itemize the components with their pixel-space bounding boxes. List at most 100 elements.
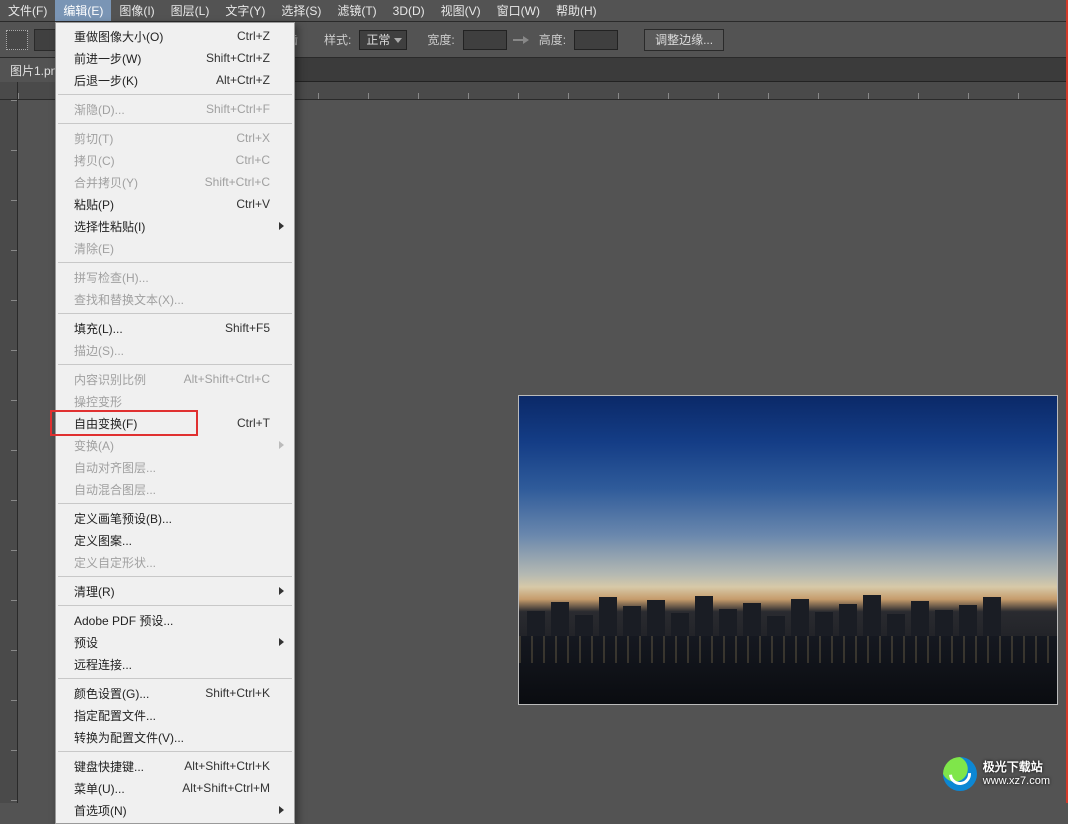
height-input[interactable]	[574, 30, 618, 50]
menu-item-label: 清除(E)	[74, 240, 270, 257]
menubar-item[interactable]: 图层(L)	[163, 0, 218, 21]
menu-item: 操控变形	[56, 390, 294, 412]
menu-item[interactable]: 键盘快捷键... Alt+Shift+Ctrl+K	[56, 755, 294, 777]
menu-item: 拷贝(C) Ctrl+C	[56, 149, 294, 171]
menu-separator	[58, 678, 292, 679]
tool-preset-swatch[interactable]	[34, 29, 56, 51]
menu-item[interactable]: 选择性粘贴(I)	[56, 215, 294, 237]
menubar-item[interactable]: 滤镜(T)	[329, 0, 384, 21]
menu-item-label: 查找和替换文本(X)...	[74, 291, 270, 308]
menu-item-label: 指定配置文件...	[74, 707, 270, 724]
menu-item-label: 拷贝(C)	[74, 152, 224, 169]
submenu-arrow-icon	[279, 587, 284, 595]
menu-item[interactable]: 预设	[56, 631, 294, 653]
ruler-origin[interactable]	[0, 82, 18, 100]
menubar-item[interactable]: 视图(V)	[433, 0, 489, 21]
width-input[interactable]	[463, 30, 507, 50]
menu-bar: 文件(F)编辑(E)图像(I)图层(L)文字(Y)选择(S)滤镜(T)3D(D)…	[0, 0, 1068, 22]
menu-item[interactable]: Adobe PDF 预设...	[56, 609, 294, 631]
menubar-item[interactable]: 3D(D)	[385, 0, 433, 21]
menu-item-label: 转换为配置文件(V)...	[74, 729, 270, 746]
menu-separator	[58, 364, 292, 365]
menu-item-shortcut: Shift+Ctrl+C	[205, 175, 270, 189]
menu-separator	[58, 94, 292, 95]
menu-item-shortcut: Ctrl+Z	[237, 29, 270, 43]
menu-item[interactable]: 前进一步(W) Shift+Ctrl+Z	[56, 47, 294, 69]
menu-item-label: 键盘快捷键...	[74, 758, 172, 775]
menu-item-shortcut: Ctrl+C	[236, 153, 270, 167]
menu-separator	[58, 503, 292, 504]
menu-item: 合并拷贝(Y) Shift+Ctrl+C	[56, 171, 294, 193]
menu-item-label: 前进一步(W)	[74, 50, 194, 67]
menu-item-label: 选择性粘贴(I)	[74, 218, 270, 235]
height-label: 高度:	[539, 31, 566, 48]
menu-item-label: 自动混合图层...	[74, 481, 270, 498]
menu-separator	[58, 262, 292, 263]
menu-separator	[58, 576, 292, 577]
menu-item: 剪切(T)Ctrl+X	[56, 127, 294, 149]
menu-item-shortcut: Shift+Ctrl+Z	[206, 51, 270, 65]
menubar-item[interactable]: 窗口(W)	[489, 0, 548, 21]
menubar-item[interactable]: 帮助(H)	[548, 0, 605, 21]
menu-item: 查找和替换文本(X)...	[56, 288, 294, 310]
refine-edge-button[interactable]: 调整边缘...	[644, 29, 724, 51]
menu-separator	[58, 751, 292, 752]
menu-item-shortcut: Shift+F5	[225, 321, 270, 335]
menu-item-shortcut: Shift+Ctrl+F	[206, 102, 270, 116]
menu-item: 定义自定形状...	[56, 551, 294, 573]
menu-item: 自动混合图层...	[56, 478, 294, 500]
menu-item-label: 自动对齐图层...	[74, 459, 270, 476]
menu-item[interactable]: 粘贴(P)Ctrl+V	[56, 193, 294, 215]
menubar-item[interactable]: 文件(F)	[0, 0, 55, 21]
menu-item-label: 菜单(U)...	[74, 780, 170, 797]
menu-item-shortcut: Alt+Shift+Ctrl+M	[182, 781, 270, 795]
menu-item: 渐隐(D)...Shift+Ctrl+F	[56, 98, 294, 120]
menu-item-label: 重做图像大小(O)	[74, 28, 225, 45]
marquee-tool-swatch[interactable]	[6, 30, 28, 50]
menu-item-label: 合并拷贝(Y)	[74, 174, 193, 191]
menu-item[interactable]: 颜色设置(G)...Shift+Ctrl+K	[56, 682, 294, 704]
ruler-vertical[interactable]	[0, 100, 18, 803]
menu-item-label: 填充(L)...	[74, 320, 213, 337]
watermark-line2: www.xz7.com	[983, 775, 1050, 788]
menu-item[interactable]: 填充(L)... Shift+F5	[56, 317, 294, 339]
menu-item-shortcut: Ctrl+T	[237, 416, 270, 430]
menu-item-label: 颜色设置(G)...	[74, 685, 193, 702]
menu-item-label: 操控变形	[74, 393, 270, 410]
menu-separator	[58, 313, 292, 314]
menu-item-label: 拼写检查(H)...	[74, 269, 270, 286]
edit-menu-dropdown: 重做图像大小(O) Ctrl+Z 前进一步(W) Shift+Ctrl+Z 后退一步(K…	[55, 22, 295, 824]
menu-item-shortcut: Alt+Shift+Ctrl+K	[184, 759, 270, 773]
menu-item[interactable]: 远程连接...	[56, 653, 294, 675]
submenu-arrow-icon	[279, 441, 284, 449]
menu-item[interactable]: 自由变换(F) Ctrl+T	[56, 412, 294, 434]
menu-item-label: 自由变换(F)	[74, 415, 225, 432]
menu-item-label: 定义画笔预设(B)...	[74, 510, 270, 527]
menu-item[interactable]: 指定配置文件...	[56, 704, 294, 726]
menu-item[interactable]: 转换为配置文件(V)...	[56, 726, 294, 748]
style-select[interactable]: 正常	[359, 30, 407, 50]
menu-item[interactable]: 后退一步(K)Alt+Ctrl+Z	[56, 69, 294, 91]
menubar-item[interactable]: 图像(I)	[111, 0, 162, 21]
menu-item[interactable]: 菜单(U)... Alt+Shift+Ctrl+M	[56, 777, 294, 799]
menubar-item[interactable]: 选择(S)	[273, 0, 329, 21]
menu-item-label: 定义图案...	[74, 532, 270, 549]
menu-item: 描边(S)...	[56, 339, 294, 361]
menu-item[interactable]: 定义图案...	[56, 529, 294, 551]
menu-item-label: 粘贴(P)	[74, 196, 224, 213]
menu-item[interactable]: 重做图像大小(O) Ctrl+Z	[56, 25, 294, 47]
menu-item[interactable]: 清理(R)	[56, 580, 294, 602]
swap-dims-icon[interactable]	[513, 33, 527, 47]
watermark-line1: 极光下载站	[983, 760, 1050, 774]
menubar-item[interactable]: 文字(Y)	[217, 0, 273, 21]
menu-item: 自动对齐图层...	[56, 456, 294, 478]
submenu-arrow-icon	[279, 222, 284, 230]
menu-item[interactable]: 首选项(N)	[56, 799, 294, 821]
menu-item-label: 首选项(N)	[74, 802, 270, 819]
document-image	[518, 395, 1058, 705]
menu-item-label: 变换(A)	[74, 437, 270, 454]
menu-item[interactable]: 定义画笔预设(B)...	[56, 507, 294, 529]
menu-item-label: 远程连接...	[74, 656, 270, 673]
menu-item: 内容识别比例Alt+Shift+Ctrl+C	[56, 368, 294, 390]
menubar-item[interactable]: 编辑(E)	[55, 0, 111, 21]
